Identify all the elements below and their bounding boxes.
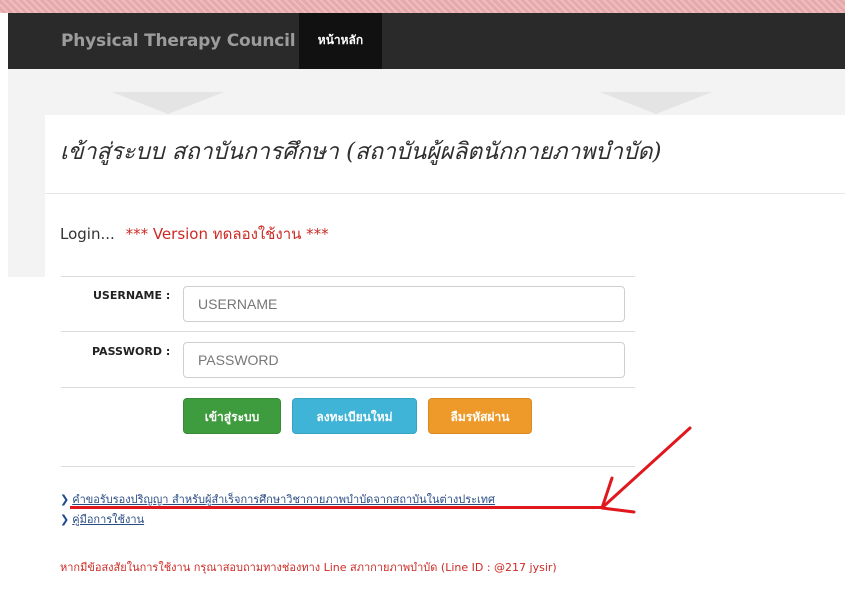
version-note: *** Version ทดลองใช้งาน *** <box>125 225 329 243</box>
login-button[interactable]: เข้าสู่ระบบ <box>183 398 281 434</box>
login-label: Login... <box>60 225 115 243</box>
annotation-underline <box>70 506 603 509</box>
form-divider <box>61 466 635 467</box>
footer-note: หากมีข้อสงสัยในการใช้งาน กรุณาสอบถามทางช… <box>60 561 557 574</box>
password-input[interactable] <box>183 342 625 378</box>
link-label[interactable]: คำขอรับรองปริญญา สำหรับผู้สำเร็จการศึกษา… <box>72 493 495 506</box>
username-input[interactable] <box>183 286 625 322</box>
form-divider <box>61 331 635 332</box>
form-divider <box>61 276 635 277</box>
password-label: PASSWORD : <box>92 345 171 358</box>
chevron-right-icon: ❯ <box>60 513 70 526</box>
register-button[interactable]: ลงทะเบียนใหม่ <box>292 398 417 434</box>
form-divider <box>61 387 635 388</box>
forgot-password-button[interactable]: ลืมรหัสผ่าน <box>428 398 532 434</box>
link-user-manual[interactable]: ❯ คู่มือการใช้งาน <box>60 510 144 528</box>
nav-tab-home[interactable]: หน้าหลัก <box>299 13 382 69</box>
username-label: USERNAME : <box>93 289 171 302</box>
top-decorative-strip <box>0 0 845 13</box>
link-label[interactable]: คู่มือการใช้งาน <box>72 513 144 526</box>
navbar: Physical Therapy Council หน้าหลัก <box>8 13 845 69</box>
page-title: เข้าสู่ระบบ สถาบันการศึกษา (สถาบันผู้ผลิ… <box>60 139 662 165</box>
red-arrow-annotation-icon <box>600 426 692 514</box>
chevron-right-icon: ❯ <box>60 493 70 506</box>
decorative-triangle <box>600 92 712 114</box>
brand-logo-text[interactable]: Physical Therapy Council <box>61 13 296 69</box>
login-heading: Login... *** Version ทดลองใช้งาน *** <box>60 222 329 246</box>
decorative-triangle <box>112 92 224 114</box>
divider <box>45 193 845 194</box>
